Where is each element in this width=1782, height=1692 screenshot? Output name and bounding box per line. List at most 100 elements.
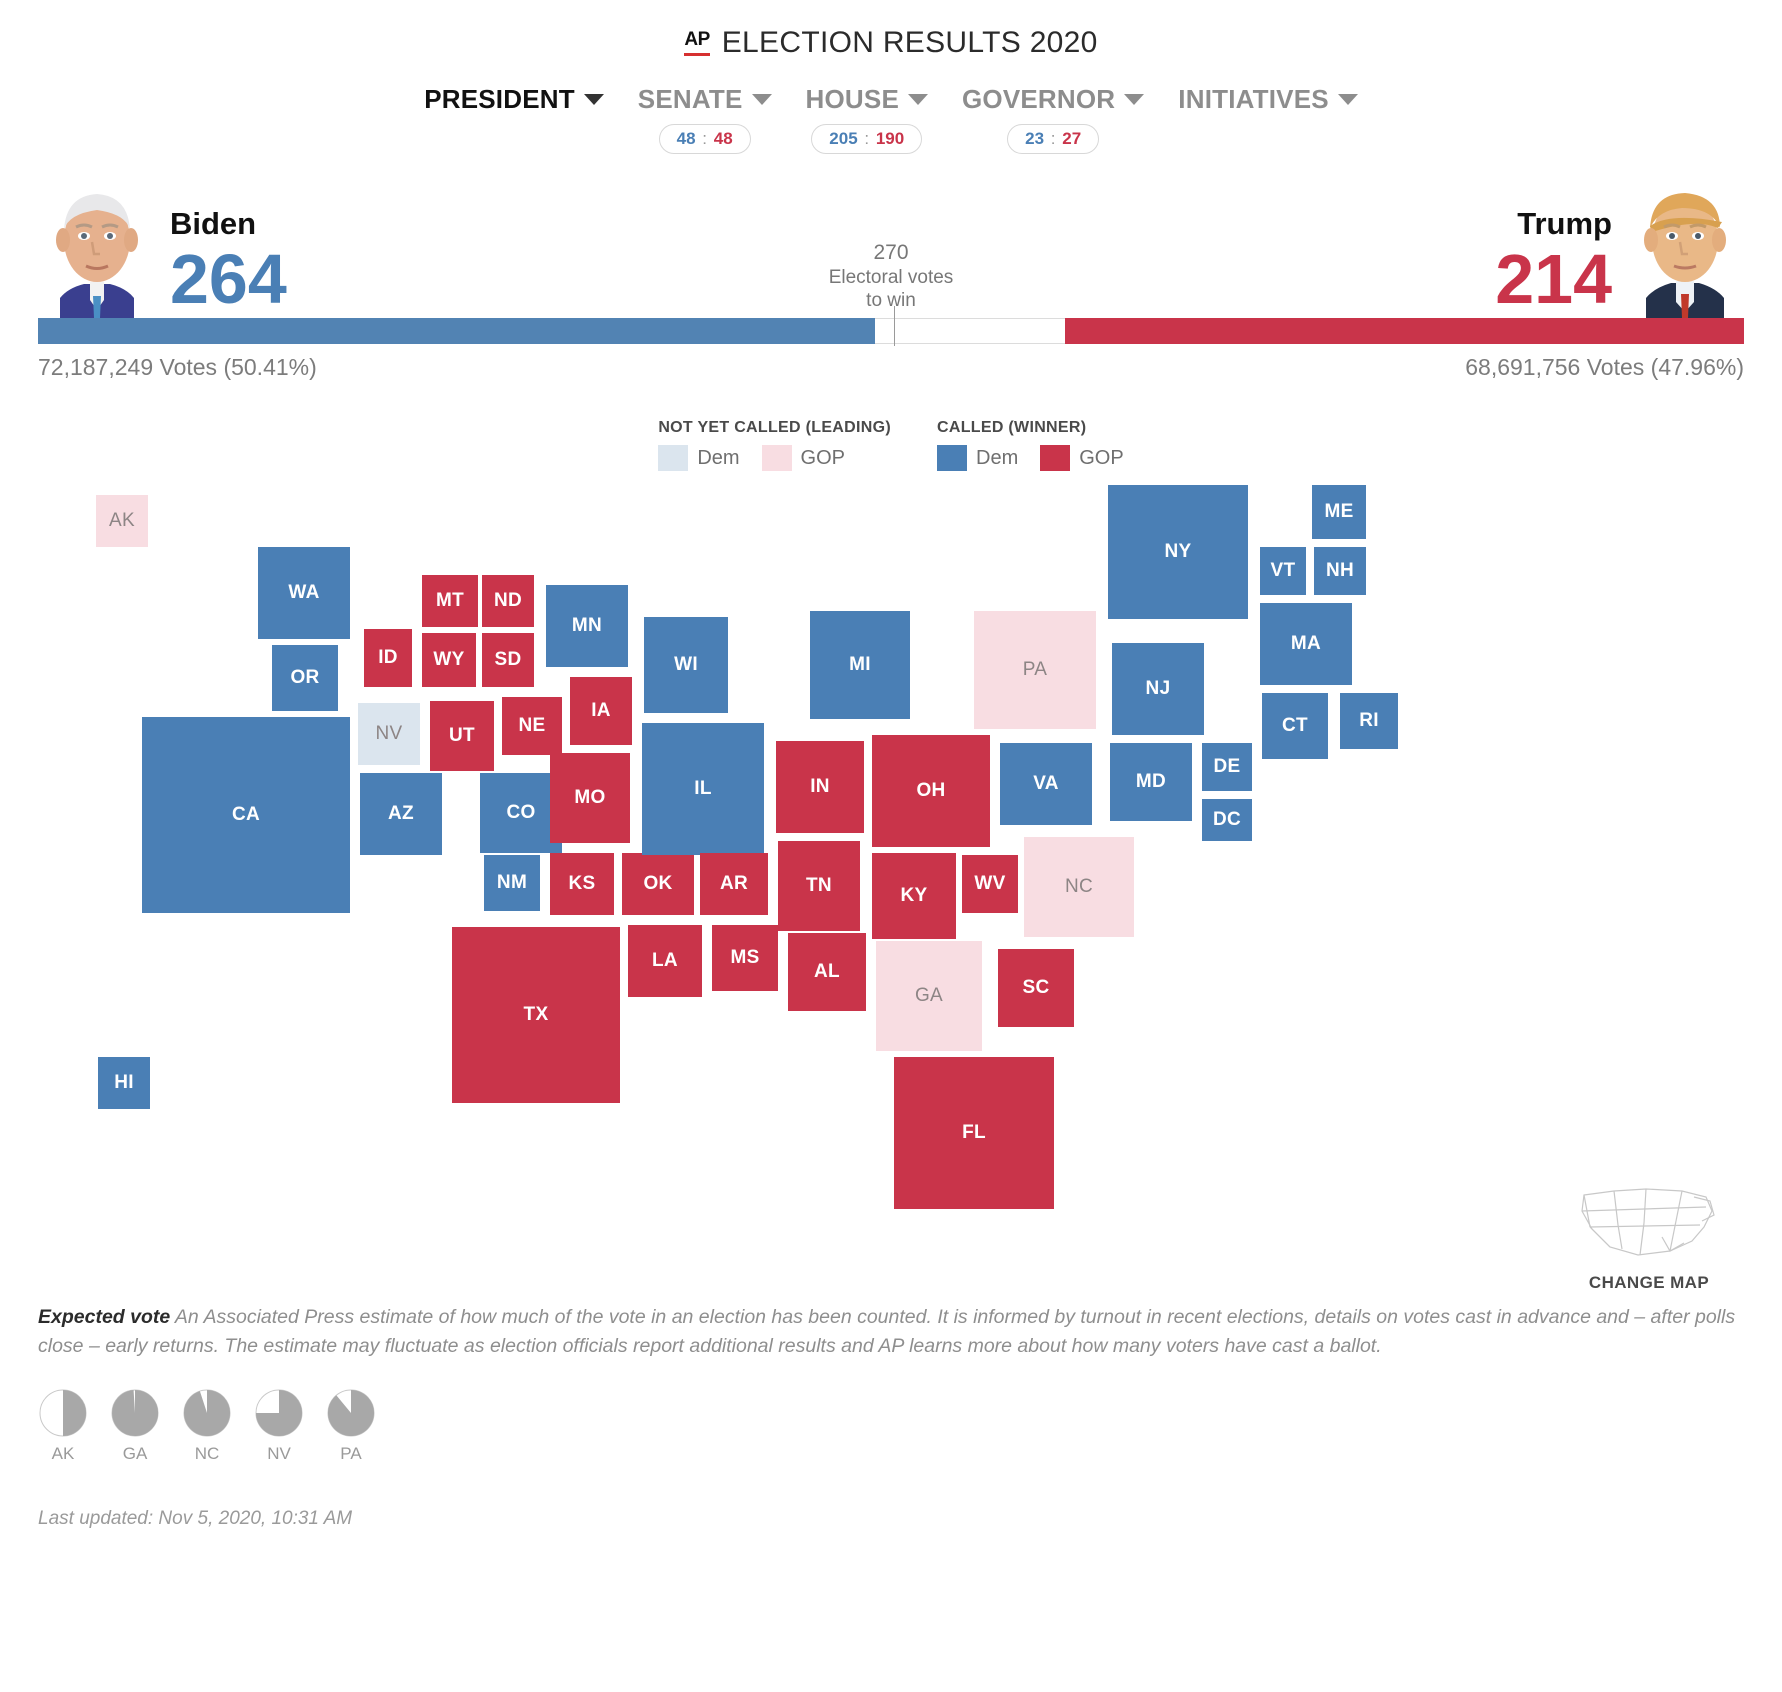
nav-item-initiatives[interactable]: INITIATIVES xyxy=(1178,84,1358,115)
state-nj[interactable]: NJ xyxy=(1112,643,1204,735)
state-va[interactable]: VA xyxy=(1000,743,1092,825)
badge-dem-count: 205 xyxy=(829,129,858,148)
legend-label: GOP xyxy=(800,446,845,469)
nav-row-house[interactable]: HOUSE xyxy=(806,84,928,115)
state-tn[interactable]: TN xyxy=(778,841,860,931)
state-label: CT xyxy=(1282,715,1308,736)
state-wi[interactable]: WI xyxy=(644,617,728,713)
bar-segment-dem xyxy=(38,318,876,344)
pie-label: GA xyxy=(122,1443,148,1463)
state-ny[interactable]: NY xyxy=(1108,485,1248,619)
state-oh[interactable]: OH xyxy=(872,735,990,847)
state-label: CA xyxy=(231,804,261,825)
state-ak[interactable]: AK xyxy=(96,495,148,547)
state-mi[interactable]: MI xyxy=(810,611,910,719)
state-wv[interactable]: WV xyxy=(962,855,1018,913)
state-label: AZ xyxy=(388,803,414,824)
state-label: VT xyxy=(1270,560,1296,581)
chevron-down-icon xyxy=(1124,94,1145,105)
state-ky[interactable]: KY xyxy=(872,853,956,939)
state-label: NV xyxy=(375,723,403,744)
state-il[interactable]: IL xyxy=(642,723,764,855)
state-label: MN xyxy=(571,615,603,636)
state-label: AL xyxy=(814,961,840,982)
state-az[interactable]: AZ xyxy=(360,773,442,855)
us-map-icon xyxy=(1581,1188,1715,1256)
state-ri[interactable]: RI xyxy=(1340,693,1398,749)
state-al[interactable]: AL xyxy=(788,933,866,1011)
badge-dem-count: 48 xyxy=(676,129,696,148)
state-nd[interactable]: ND xyxy=(482,575,534,627)
nav-item-senate[interactable]: SENATE 48 : 48 xyxy=(638,84,772,154)
pie-pa: PA xyxy=(326,1388,376,1464)
state-or[interactable]: OR xyxy=(272,645,338,711)
nav-row-governor[interactable]: GOVERNOR xyxy=(962,84,1145,115)
state-md[interactable]: MD xyxy=(1110,743,1192,821)
state-ia[interactable]: IA xyxy=(570,677,632,745)
page-footer: Expected vote An Associated Press estima… xyxy=(38,1303,1744,1530)
state-vt[interactable]: VT xyxy=(1260,547,1306,595)
state-ma[interactable]: MA xyxy=(1260,603,1352,685)
legend-label: Dem xyxy=(697,446,740,469)
bar-segment-gop xyxy=(1065,318,1744,344)
nav-item-president[interactable]: PRESIDENT xyxy=(424,84,604,115)
state-nv[interactable]: NV xyxy=(358,703,420,765)
state-label: PA xyxy=(1022,659,1048,680)
state-ut[interactable]: UT xyxy=(430,701,494,771)
state-la[interactable]: LA xyxy=(628,925,702,997)
state-ga[interactable]: GA xyxy=(876,941,982,1051)
legend-title: CALLED (WINNER) xyxy=(937,419,1087,436)
trump-info: Trump 214 xyxy=(1495,208,1626,319)
nav-item-house[interactable]: HOUSE 205 : 190 xyxy=(806,84,928,154)
state-label: IN xyxy=(810,776,830,797)
state-ms[interactable]: MS xyxy=(712,925,778,991)
nav-row-senate[interactable]: SENATE xyxy=(638,84,772,115)
state-ok[interactable]: OK xyxy=(622,853,694,915)
state-ks[interactable]: KS xyxy=(550,853,614,915)
badge-gop-count: 27 xyxy=(1062,129,1082,148)
state-pa[interactable]: PA xyxy=(974,611,1096,729)
state-ar[interactable]: AR xyxy=(700,853,768,915)
state-de[interactable]: DE xyxy=(1202,743,1252,791)
change-map-button[interactable]: CHANGE MAP xyxy=(1574,1177,1724,1293)
state-in[interactable]: IN xyxy=(776,741,864,833)
expected-vote-pies: AK GA NC NV PA xyxy=(38,1388,1744,1464)
state-fl[interactable]: FL xyxy=(894,1057,1054,1209)
trump-electoral-votes: 214 xyxy=(1495,239,1612,318)
state-nh[interactable]: NH xyxy=(1314,547,1366,595)
state-wa[interactable]: WA xyxy=(258,547,350,639)
state-label: VA xyxy=(1033,773,1059,794)
nav-item-governor[interactable]: GOVERNOR 23 : 27 xyxy=(962,84,1145,154)
nav-row-president[interactable]: PRESIDENT xyxy=(424,84,604,115)
state-me[interactable]: ME xyxy=(1312,485,1366,539)
state-label: AR xyxy=(719,873,749,894)
state-mt[interactable]: MT xyxy=(422,575,478,627)
badge-gop-count: 190 xyxy=(875,129,905,148)
legend-key-gop: GOP xyxy=(1040,445,1124,471)
state-tx[interactable]: TX xyxy=(452,927,620,1103)
state-label: WV xyxy=(974,873,1006,894)
state-ca[interactable]: CA xyxy=(142,717,350,913)
state-label: DE xyxy=(1213,756,1241,777)
state-dc[interactable]: DC xyxy=(1202,799,1252,841)
state-hi[interactable]: HI xyxy=(98,1057,150,1109)
state-ct[interactable]: CT xyxy=(1262,693,1328,759)
state-label: LA xyxy=(652,950,678,971)
state-ne[interactable]: NE xyxy=(502,697,562,755)
state-label: WY xyxy=(433,649,465,670)
state-sd[interactable]: SD xyxy=(482,633,534,687)
state-label: TN xyxy=(806,875,832,896)
state-label: IL xyxy=(694,778,712,799)
state-label: ME xyxy=(1324,501,1354,522)
state-nm[interactable]: NM xyxy=(484,855,540,911)
biden-name: Biden xyxy=(170,205,257,241)
state-id[interactable]: ID xyxy=(364,629,412,687)
state-mn[interactable]: MN xyxy=(546,585,628,667)
state-sc[interactable]: SC xyxy=(998,949,1074,1027)
state-nc[interactable]: NC xyxy=(1024,837,1134,937)
nav-row-initiatives[interactable]: INITIATIVES xyxy=(1178,84,1358,115)
state-wy[interactable]: WY xyxy=(422,633,476,687)
page-title: AP ELECTION RESULTS 2020 xyxy=(684,26,1097,60)
state-mo[interactable]: MO xyxy=(550,753,630,843)
state-label: NH xyxy=(1325,560,1355,581)
